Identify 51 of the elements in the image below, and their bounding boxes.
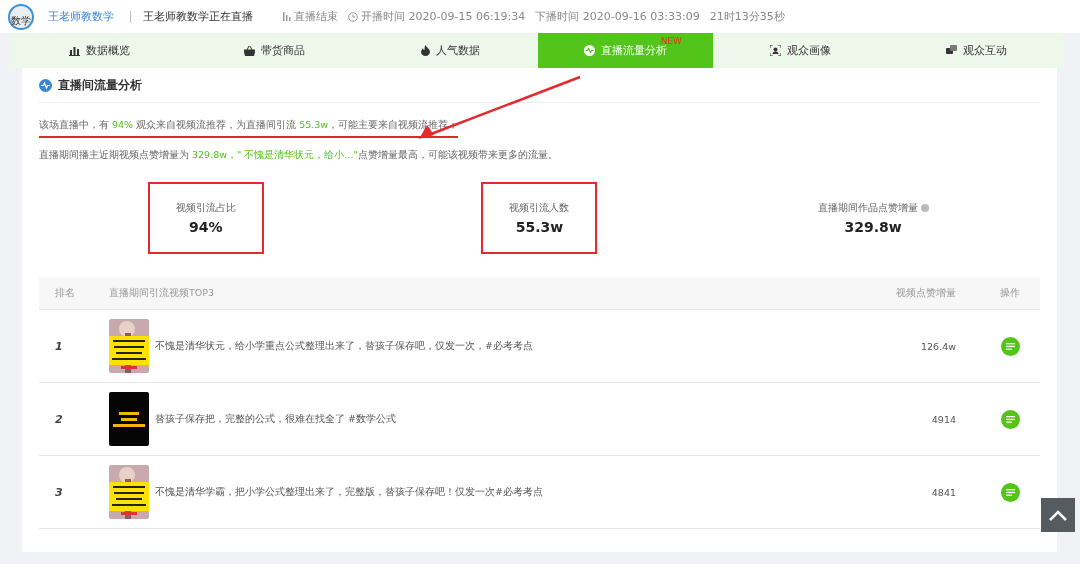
stat-label: 直播期间作品点赞增量 xyxy=(817,201,918,215)
list-icon xyxy=(1005,415,1015,423)
pulse-icon xyxy=(39,78,52,92)
summary-text: 直播期间播主近期视频点赞增量为 329.8w，" 不愧是清华状元，给小..."点赞增量最高，可能该视频带来更多的流量。 xyxy=(39,149,558,162)
chat-icon xyxy=(945,45,957,56)
details-button[interactable] xyxy=(1000,336,1020,356)
video-title[interactable]: 替孩子保存把，完整的公式，很难在找全了 #数学公式 xyxy=(155,412,396,426)
tab[interactable]: 观众画像 xyxy=(713,33,889,68)
section-title: 直播间流量分析 xyxy=(58,76,142,94)
tab[interactable]: 带货商品 xyxy=(187,33,363,68)
duration: 21时13分35秒 xyxy=(709,9,785,24)
avatar-label: 数学 xyxy=(11,13,31,28)
like-count: 126.4w xyxy=(920,340,957,352)
stat-label: 视频引流占比 xyxy=(175,201,236,215)
stat-value: 55.3w xyxy=(515,218,564,235)
portrait-icon xyxy=(770,45,782,56)
tab[interactable]: 人气数据 xyxy=(362,33,538,68)
details-button[interactable] xyxy=(1000,409,1020,429)
column-header: 操作 xyxy=(999,286,1021,300)
basket-icon xyxy=(244,45,256,56)
rank-number: 2 xyxy=(54,412,64,426)
pulse-icon xyxy=(584,45,596,56)
video-title[interactable]: 不愧是清华状元，给小学重点公式整理出来了，替孩子保存吧，仅发一次，#必考考点 xyxy=(155,339,533,353)
clock-icon xyxy=(348,11,358,22)
list-icon xyxy=(1005,488,1015,496)
new-label: NEW xyxy=(660,36,682,46)
rank-number: 1 xyxy=(54,339,64,353)
account-name[interactable]: 王老师教数学 xyxy=(48,9,114,24)
tab[interactable]: 数据概览 xyxy=(12,33,188,68)
bar-chart-icon xyxy=(283,12,291,21)
tab[interactable]: 观众互动 xyxy=(888,33,1064,68)
stat-label: 视频引流人数 xyxy=(509,201,570,215)
live-status: 直播结束 xyxy=(294,9,338,24)
bar-chart-icon xyxy=(69,45,81,56)
column-header: 直播期间引流视频TOP3 xyxy=(109,286,216,300)
like-count: 4841 xyxy=(930,486,957,498)
video-title[interactable]: 不愧是清华学霸，把小学公式整理出来了，完整版，替孩子保存吧！仅发一次#必考考点 xyxy=(155,485,543,499)
list-icon xyxy=(1005,342,1015,350)
flame-icon xyxy=(420,45,430,56)
back-to-top-button[interactable] xyxy=(1041,498,1075,532)
stat-value: 94% xyxy=(189,218,223,235)
start-time: 开播时间 2020-09-15 06:19:34 xyxy=(361,9,526,24)
stat-value: 329.8w xyxy=(844,218,902,235)
end-time: 下播时间 2020-09-16 03:33:09 xyxy=(535,9,700,24)
column-header: 排名 xyxy=(54,286,76,300)
live-title: 王老师教数学正在直播 xyxy=(143,9,253,24)
column-header: 视频点赞增量 xyxy=(895,286,957,300)
rank-number: 3 xyxy=(54,485,64,499)
like-count: 4914 xyxy=(930,413,957,425)
chevron-up-icon xyxy=(1049,509,1067,521)
details-button[interactable] xyxy=(1000,482,1020,502)
